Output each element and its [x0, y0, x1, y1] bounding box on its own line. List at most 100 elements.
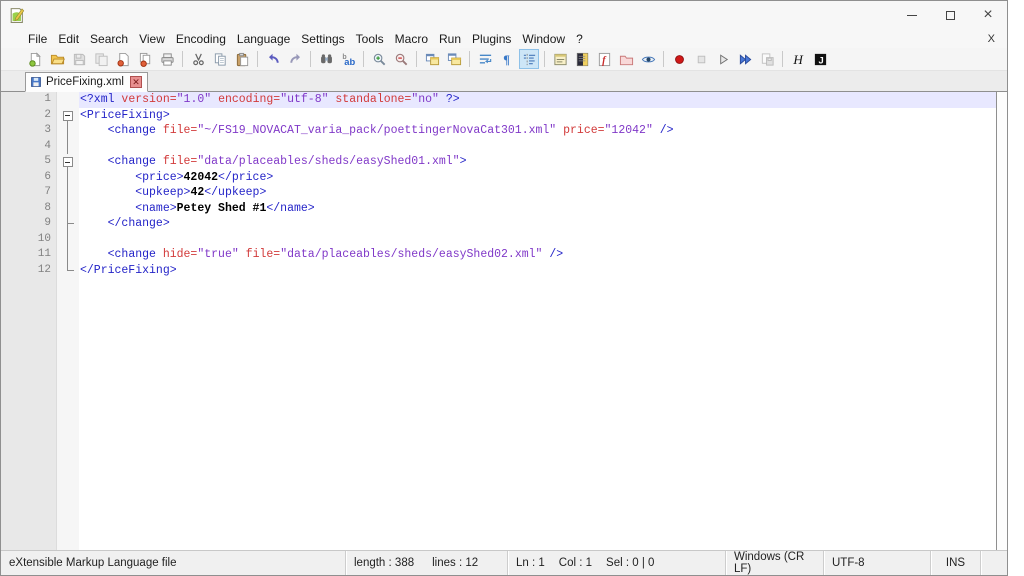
macro-run-multiple-icon [738, 52, 753, 67]
menu-item-search[interactable]: Search [85, 31, 133, 47]
menu-item-tools[interactable]: Tools [351, 31, 389, 47]
text-editor[interactable]: 1<?xml version="1.0" encoding="utf-8" st… [1, 92, 997, 550]
menu-item-file[interactable]: File [23, 31, 52, 47]
user-define-dialog-button[interactable] [550, 49, 570, 69]
close-document-x-button[interactable]: X [976, 33, 1007, 45]
resize-grip[interactable] [981, 551, 1007, 575]
document-map-button[interactable] [572, 49, 592, 69]
save-icon [72, 52, 87, 67]
status-encoding[interactable]: UTF-8 [824, 551, 931, 575]
close-button[interactable]: × [969, 2, 1007, 29]
code-text: </change> [79, 216, 996, 232]
menu-item-language[interactable]: Language [232, 31, 295, 47]
function-list-button[interactable]: f [594, 49, 614, 69]
tab-close-icon[interactable]: ✕ [130, 76, 142, 88]
menu-item-edit[interactable]: Edit [53, 31, 84, 47]
tab-pricefixing-xml[interactable]: PriceFixing.xml ✕ [25, 72, 148, 92]
fold-marker [57, 201, 79, 217]
macro-save-button[interactable] [757, 49, 777, 69]
status-doc-size: length : 388 lines : 12 [346, 551, 508, 575]
code-line[interactable]: 4 [1, 139, 996, 155]
code-line[interactable]: 8 <name>Petey Shed #1</name> [1, 201, 996, 217]
empty-code-area [79, 278, 996, 550]
macro-play-button[interactable] [713, 49, 733, 69]
status-eol-format[interactable]: Windows (CR LF) [726, 551, 824, 575]
folder-as-workspace-icon [619, 52, 634, 67]
fold-marker [57, 263, 79, 279]
copy-button[interactable] [210, 49, 230, 69]
minimize-button[interactable] [893, 2, 931, 29]
save-button[interactable] [69, 49, 89, 69]
print-button[interactable] [157, 49, 177, 69]
code-line[interactable]: 6 <price>42042</price> [1, 170, 996, 186]
redo-button[interactable] [285, 49, 305, 69]
code-text: <upkeep>42</upkeep> [79, 185, 996, 201]
menu-item-view[interactable]: View [134, 31, 170, 47]
code-text: <name>Petey Shed #1</name> [79, 201, 996, 217]
code-line[interactable]: 7 <upkeep>42</upkeep> [1, 185, 996, 201]
status-insert-mode[interactable]: INS [931, 551, 981, 575]
undo-button[interactable] [263, 49, 283, 69]
code-line[interactable]: 1<?xml version="1.0" encoding="utf-8" st… [1, 92, 996, 108]
toolbar-group: HJ [787, 49, 831, 69]
menu-item-plugins[interactable]: Plugins [467, 31, 516, 47]
code-line[interactable]: 5 <change file="data/placeables/sheds/ea… [1, 154, 996, 170]
editor-area: 1<?xml version="1.0" encoding="utf-8" st… [1, 92, 1007, 550]
paste-button[interactable] [232, 49, 252, 69]
menu-item-encoding[interactable]: Encoding [171, 31, 231, 47]
fold-marker[interactable] [57, 154, 79, 170]
save-all-button[interactable] [91, 49, 111, 69]
cut-icon [191, 52, 206, 67]
document-monitoring-button[interactable] [638, 49, 658, 69]
fold-marker[interactable] [57, 108, 79, 124]
sync-horizontal-scroll-button[interactable] [444, 49, 464, 69]
code-line[interactable]: 12</PriceFixing> [1, 263, 996, 279]
code-line[interactable]: 2<PriceFixing> [1, 108, 996, 124]
menu-item-settings[interactable]: Settings [296, 31, 349, 47]
fold-marker [57, 232, 79, 248]
vertical-scrollbar-track[interactable] [997, 92, 1007, 550]
code-line[interactable]: 9 </change> [1, 216, 996, 232]
show-all-chars-button[interactable]: ¶ [497, 49, 517, 69]
svg-text:¶: ¶ [503, 53, 510, 67]
function-list-icon: f [597, 52, 612, 67]
close-doc-icon [116, 52, 131, 67]
copy-icon [213, 52, 228, 67]
new-file-button[interactable] [25, 49, 45, 69]
code-line[interactable]: 10 [1, 232, 996, 248]
find-button[interactable] [316, 49, 336, 69]
replace-button[interactable]: bab [338, 49, 358, 69]
zoom-out-button[interactable] [391, 49, 411, 69]
tab-bar: PriceFixing.xml ✕ [1, 71, 1007, 92]
zoom-in-button[interactable] [369, 49, 389, 69]
macro-stop-button[interactable] [691, 49, 711, 69]
menu-item-macro[interactable]: Macro [390, 31, 433, 47]
macro-record-button[interactable] [669, 49, 689, 69]
code-line[interactable]: 11 <change hide="true" file="data/placea… [1, 247, 996, 263]
status-lines: lines : 12 [432, 557, 478, 569]
close-doc-button[interactable] [113, 49, 133, 69]
open-folder-button[interactable] [47, 49, 67, 69]
close-all-docs-button[interactable] [135, 49, 155, 69]
html-preview-button[interactable]: H [788, 49, 808, 69]
cut-button[interactable] [188, 49, 208, 69]
sync-horizontal-scroll-icon [447, 52, 462, 67]
maximize-button[interactable] [931, 2, 969, 29]
folder-as-workspace-button[interactable] [616, 49, 636, 69]
word-wrap-button[interactable] [475, 49, 495, 69]
toolbar-separator [310, 51, 311, 67]
macro-run-multiple-button[interactable] [735, 49, 755, 69]
code-line[interactable]: 3 <change file="~/FS19_NOVACAT_varia_pac… [1, 123, 996, 139]
menu-item-run[interactable]: Run [434, 31, 466, 47]
fold-margin [57, 278, 79, 550]
sync-vertical-scroll-button[interactable] [422, 49, 442, 69]
jstool-button[interactable]: J [810, 49, 830, 69]
minimize-icon [907, 15, 917, 16]
indent-guide-button[interactable] [519, 49, 539, 69]
svg-text:H: H [792, 52, 804, 67]
editor-empty-area[interactable] [1, 278, 996, 550]
menu-item-window[interactable]: Window [517, 31, 570, 47]
menu-item-help[interactable]: ? [571, 31, 588, 47]
line-number: 3 [1, 123, 57, 139]
status-caret-position: Ln : 1 Col : 1 Sel : 0 | 0 [508, 551, 726, 575]
